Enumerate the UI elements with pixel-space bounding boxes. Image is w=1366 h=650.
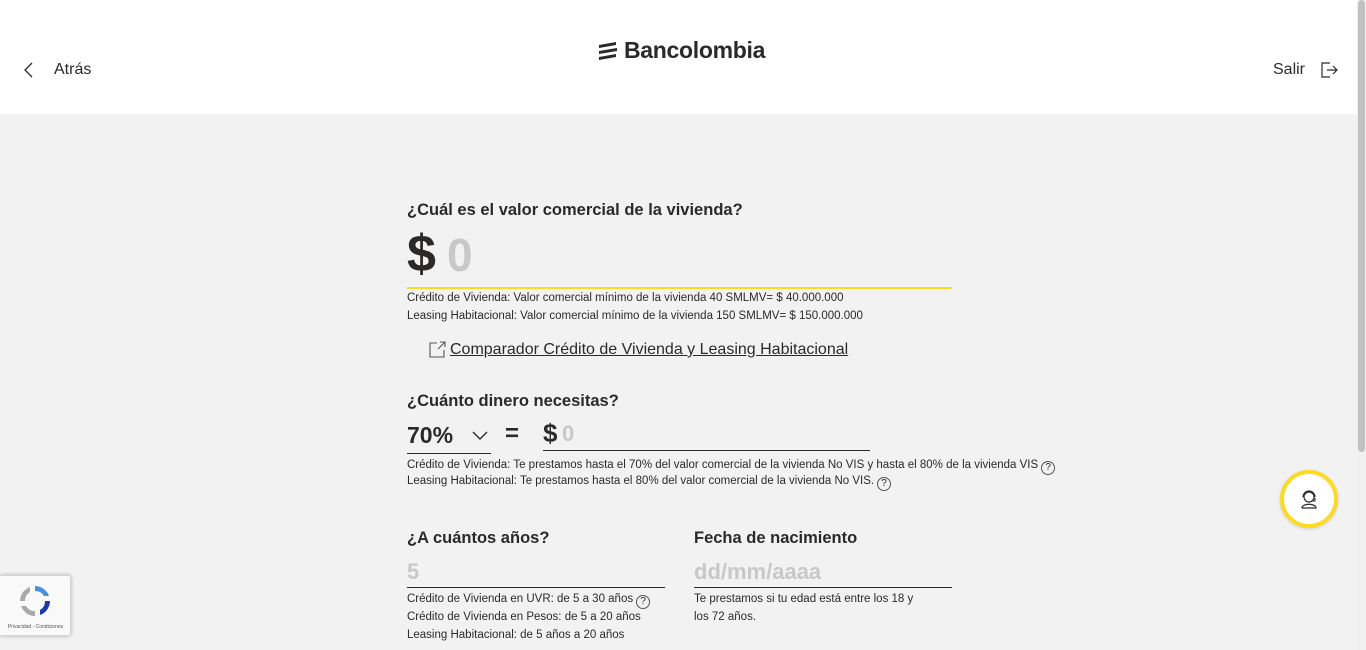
percent-selected-value: 70% <box>407 422 454 448</box>
years-question: ¿A cuántos años? <box>407 529 550 547</box>
exit-button[interactable]: Salir <box>1273 60 1339 80</box>
chevron-left-icon <box>24 62 33 78</box>
logout-icon <box>1321 62 1338 78</box>
recaptcha-badge[interactable]: Privacidad - Condiciones <box>0 575 71 636</box>
comparator-link[interactable]: Comparador Crédito de Vivienda y Leasing… <box>428 341 848 359</box>
comparator-link-label: Comparador Crédito de Vivienda y Leasing… <box>450 341 849 358</box>
property-value-input[interactable] <box>447 228 947 282</box>
loan-hint-leasing: Leasing Habitacional: Te prestamos hasta… <box>407 472 892 491</box>
assistant-button[interactable] <box>1280 470 1338 528</box>
help-icon[interactable]: ? <box>1041 461 1056 475</box>
loan-amount-field: $ <box>543 418 870 451</box>
currency-symbol-small: $ <box>543 418 558 448</box>
birthdate-input[interactable] <box>694 556 952 588</box>
currency-symbol: $ <box>407 225 436 283</box>
property-value-hint-leasing: Leasing Habitacional: Valor comercial mí… <box>407 310 863 322</box>
years-input[interactable] <box>407 556 665 588</box>
help-icon[interactable]: ? <box>636 595 651 609</box>
years-hint-uvr-text: Crédito de Vivienda en UVR: de 5 a 30 añ… <box>407 593 634 605</box>
loan-hint-leasing-text: Leasing Habitacional: Te prestamos hasta… <box>407 475 875 487</box>
equals-sign: = <box>505 420 520 447</box>
external-link-icon <box>429 341 446 358</box>
loan-amount-question: ¿Cuánto dinero necesitas? <box>407 392 619 410</box>
birthdate-hint-line1: Te prestamos si tu edad está entre los 1… <box>694 593 914 605</box>
support-agent-icon <box>1301 490 1317 509</box>
exit-label: Salir <box>1273 61 1306 78</box>
page-scrollbar[interactable] <box>1357 0 1366 650</box>
help-icon[interactable]: ? <box>877 477 892 491</box>
back-button[interactable]: Atrás <box>22 60 91 80</box>
loan-amount-input[interactable] <box>562 420 862 448</box>
back-label: Atrás <box>54 61 92 78</box>
simulator-form: ¿Cuál es el valor comercial de la vivien… <box>407 0 1107 650</box>
chevron-down-icon <box>472 431 488 440</box>
birthdate-hint-line2: los 72 años. <box>694 611 757 623</box>
birthdate-question: Fecha de nacimiento <box>694 529 858 547</box>
recaptcha-icon <box>20 586 50 616</box>
scrollbar-thumb[interactable] <box>1358 0 1365 452</box>
property-value-field: $ <box>407 226 952 289</box>
years-hint-uvr: Crédito de Vivienda en UVR: de 5 a 30 añ… <box>407 590 651 609</box>
years-hint-leasing: Leasing Habitacional: de 5 años a 20 año… <box>407 629 625 641</box>
property-value-hint-credit: Crédito de Vivienda: Valor comercial mín… <box>407 292 844 304</box>
recaptcha-text[interactable]: Privacidad - Condiciones <box>3 624 68 630</box>
property-value-question: ¿Cuál es el valor comercial de la vivien… <box>407 201 743 219</box>
loan-hint-credit-text: Crédito de Vivienda: Te prestamos hasta … <box>407 459 1039 471</box>
percent-select[interactable]: 70% <box>407 420 491 454</box>
years-hint-pesos: Crédito de Vivienda en Pesos: de 5 a 20 … <box>407 611 641 623</box>
